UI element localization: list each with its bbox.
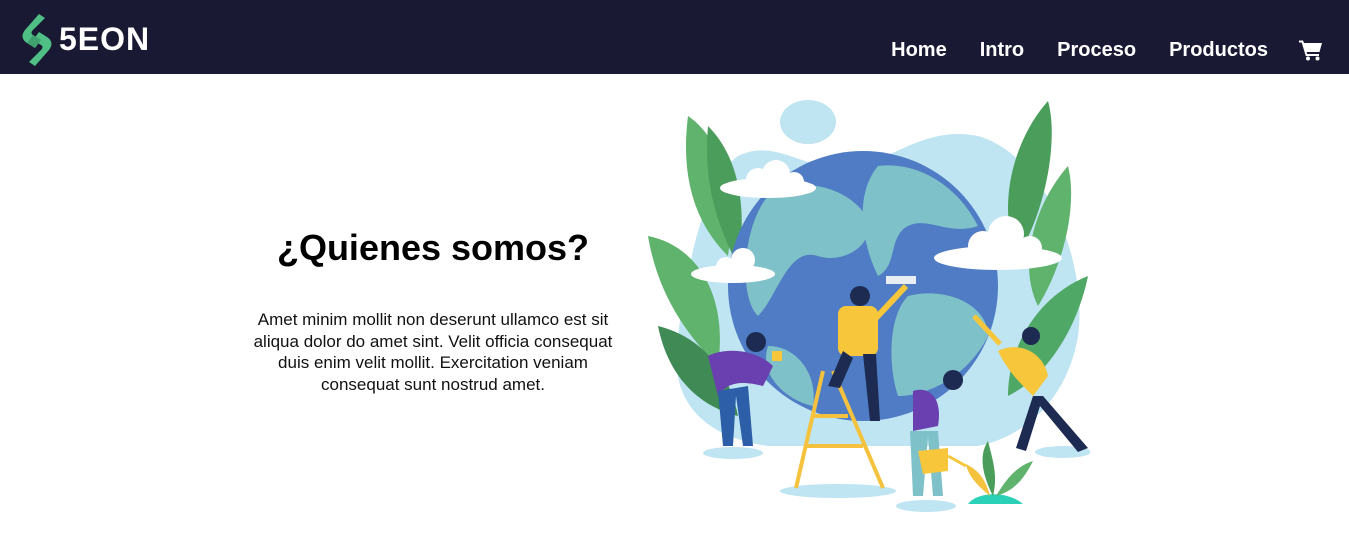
top-navbar: 5EON Home Intro Proceso Productos [0, 0, 1349, 74]
nav-proceso[interactable]: Proceso [1057, 36, 1136, 64]
nav-intro[interactable]: Intro [980, 36, 1024, 64]
brand-logo[interactable]: 5EON [17, 12, 150, 68]
about-description: Amet minim mollit non deserunt ullamco e… [253, 310, 613, 394]
nav-home[interactable]: Home [891, 36, 947, 64]
about-title: ¿Quienes somos? [276, 227, 590, 268]
earth-painting-illustration [648, 100, 1090, 512]
cart-button[interactable] [1299, 38, 1323, 62]
shopping-cart-icon [1299, 40, 1322, 61]
nav-productos[interactable]: Productos [1169, 36, 1268, 64]
brand-name: 5EON [59, 20, 151, 57]
main-nav: Home Intro Proceso Productos [858, 36, 1323, 64]
logo-mark-icon [22, 14, 52, 66]
